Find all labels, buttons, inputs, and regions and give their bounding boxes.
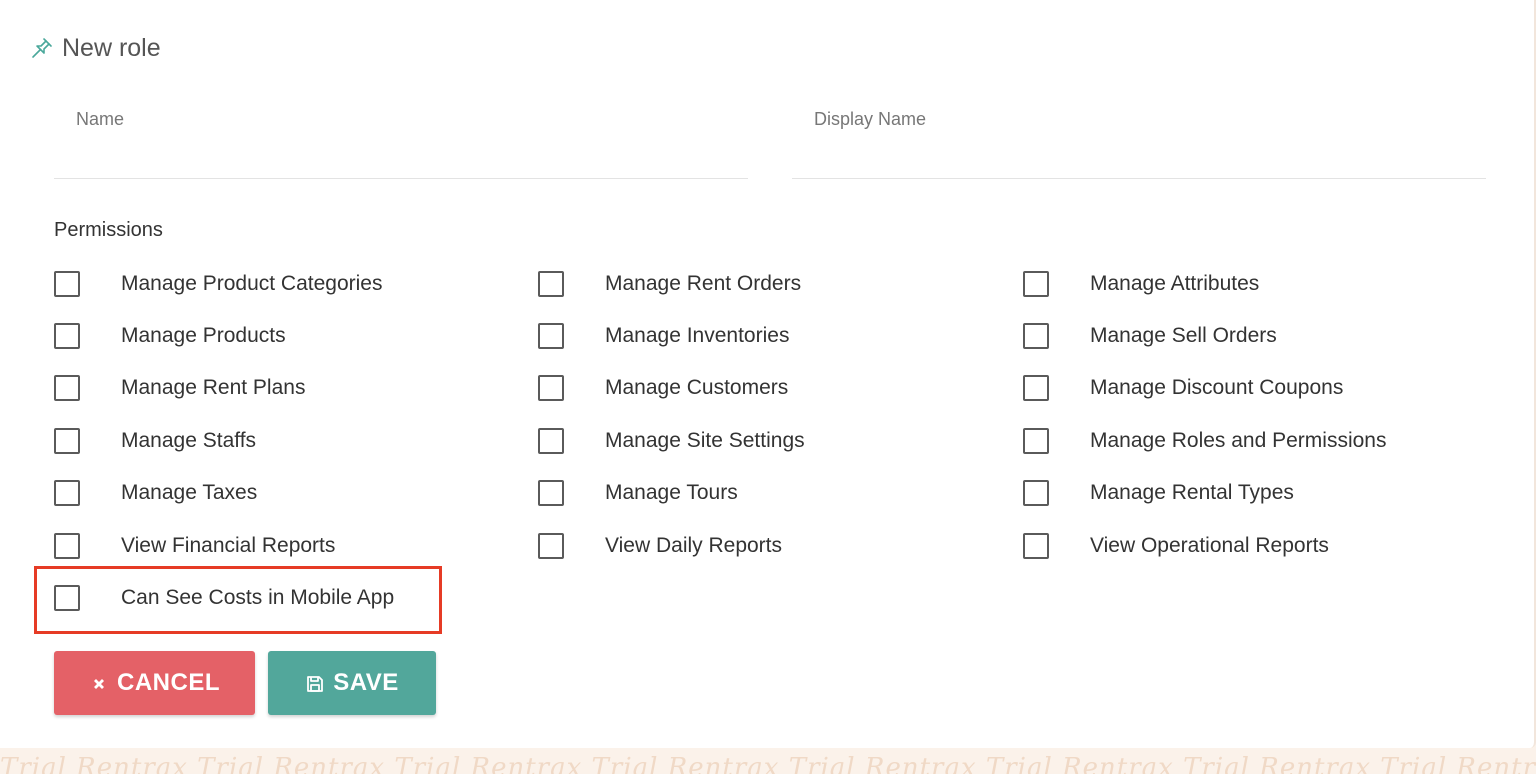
- permission-manage-rent-orders[interactable]: Manage Rent Orders: [538, 268, 801, 300]
- permission-manage-roles-and-permissions[interactable]: Manage Roles and Permissions: [1023, 425, 1386, 457]
- checkbox[interactable]: [538, 375, 564, 401]
- checkbox[interactable]: [54, 323, 80, 349]
- permission-manage-discount-coupons[interactable]: Manage Discount Coupons: [1023, 372, 1343, 404]
- highlight-box: [34, 566, 442, 634]
- checkbox[interactable]: [538, 428, 564, 454]
- permission-label: Manage Site Settings: [605, 429, 805, 452]
- permission-manage-rental-types[interactable]: Manage Rental Types: [1023, 477, 1294, 509]
- permission-manage-inventories[interactable]: Manage Inventories: [538, 320, 789, 352]
- permission-manage-customers[interactable]: Manage Customers: [538, 372, 788, 404]
- permission-label: Manage Customers: [605, 376, 789, 399]
- close-icon: [89, 673, 109, 693]
- permission-label: Manage Staffs: [121, 429, 257, 452]
- floppy-disk-icon: [305, 673, 325, 693]
- permission-view-operational-reports[interactable]: View Operational Reports: [1023, 530, 1329, 562]
- page-title: New role: [62, 33, 161, 62]
- permission-view-daily-reports[interactable]: View Daily Reports: [538, 530, 782, 562]
- permission-manage-site-settings[interactable]: Manage Site Settings: [538, 425, 805, 457]
- permission-label: Manage Rental Types: [1090, 481, 1294, 504]
- permission-view-financial-reports[interactable]: View Financial Reports: [54, 530, 335, 562]
- checkbox[interactable]: [54, 533, 80, 559]
- checkbox[interactable]: [1023, 480, 1049, 506]
- permission-manage-taxes[interactable]: Manage Taxes: [54, 477, 257, 509]
- permission-label: Manage Inventories: [605, 324, 790, 347]
- card-header: New role: [30, 30, 161, 66]
- checkbox[interactable]: [1023, 428, 1049, 454]
- display-name-field: Display Name: [792, 100, 1486, 179]
- checkbox[interactable]: [538, 323, 564, 349]
- checkbox[interactable]: [538, 480, 564, 506]
- permissions-title: Permissions: [54, 219, 163, 241]
- checkbox[interactable]: [54, 271, 80, 297]
- cancel-button[interactable]: CANCEL: [54, 651, 255, 715]
- checkbox[interactable]: [54, 375, 80, 401]
- permission-label: Manage Rent Orders: [605, 272, 802, 295]
- permission-label: Manage Roles and Permissions: [1090, 429, 1387, 452]
- permission-manage-staffs[interactable]: Manage Staffs: [54, 425, 256, 457]
- trial-watermark: Trial Rentrax Trial Rentrax Trial Rentra…: [0, 753, 1536, 774]
- pin-icon: [30, 36, 54, 60]
- save-button[interactable]: SAVE: [268, 651, 436, 715]
- permission-manage-tours[interactable]: Manage Tours: [538, 477, 738, 509]
- permission-label: Manage Discount Coupons: [1090, 376, 1344, 399]
- permission-label: Manage Tours: [605, 481, 738, 504]
- permission-manage-product-categories[interactable]: Manage Product Categories: [54, 268, 383, 300]
- checkbox[interactable]: [1023, 323, 1049, 349]
- permission-label: Manage Taxes: [121, 481, 258, 504]
- permission-label: Manage Attributes: [1090, 272, 1260, 295]
- permission-label: View Daily Reports: [605, 534, 783, 557]
- checkbox[interactable]: [54, 428, 80, 454]
- permission-manage-attributes[interactable]: Manage Attributes: [1023, 268, 1259, 300]
- checkbox[interactable]: [1023, 533, 1049, 559]
- save-label: SAVE: [333, 669, 399, 696]
- checkbox[interactable]: [54, 480, 80, 506]
- permission-manage-sell-orders[interactable]: Manage Sell Orders: [1023, 320, 1277, 352]
- checkbox[interactable]: [538, 533, 564, 559]
- name-label: Name: [76, 109, 125, 129]
- name-field: Name: [54, 100, 748, 179]
- new-role-card: New role Name Display Name Permissions M…: [0, 0, 1536, 748]
- checkbox[interactable]: [1023, 375, 1049, 401]
- cancel-label: CANCEL: [117, 669, 220, 696]
- permission-label: View Operational Reports: [1090, 534, 1329, 557]
- permission-label: Manage Products: [121, 324, 286, 347]
- permission-manage-rent-plans[interactable]: Manage Rent Plans: [54, 372, 305, 404]
- permission-manage-products[interactable]: Manage Products: [54, 320, 286, 352]
- name-input[interactable]: [76, 140, 730, 172]
- permission-label: Manage Rent Plans: [121, 376, 306, 399]
- display-name-input[interactable]: [814, 140, 1468, 172]
- display-name-label: Display Name: [814, 109, 927, 129]
- permission-label: Manage Product Categories: [121, 272, 383, 295]
- permission-label: Manage Sell Orders: [1090, 324, 1277, 347]
- checkbox[interactable]: [538, 271, 564, 297]
- permission-label: View Financial Reports: [121, 534, 336, 557]
- checkbox[interactable]: [1023, 271, 1049, 297]
